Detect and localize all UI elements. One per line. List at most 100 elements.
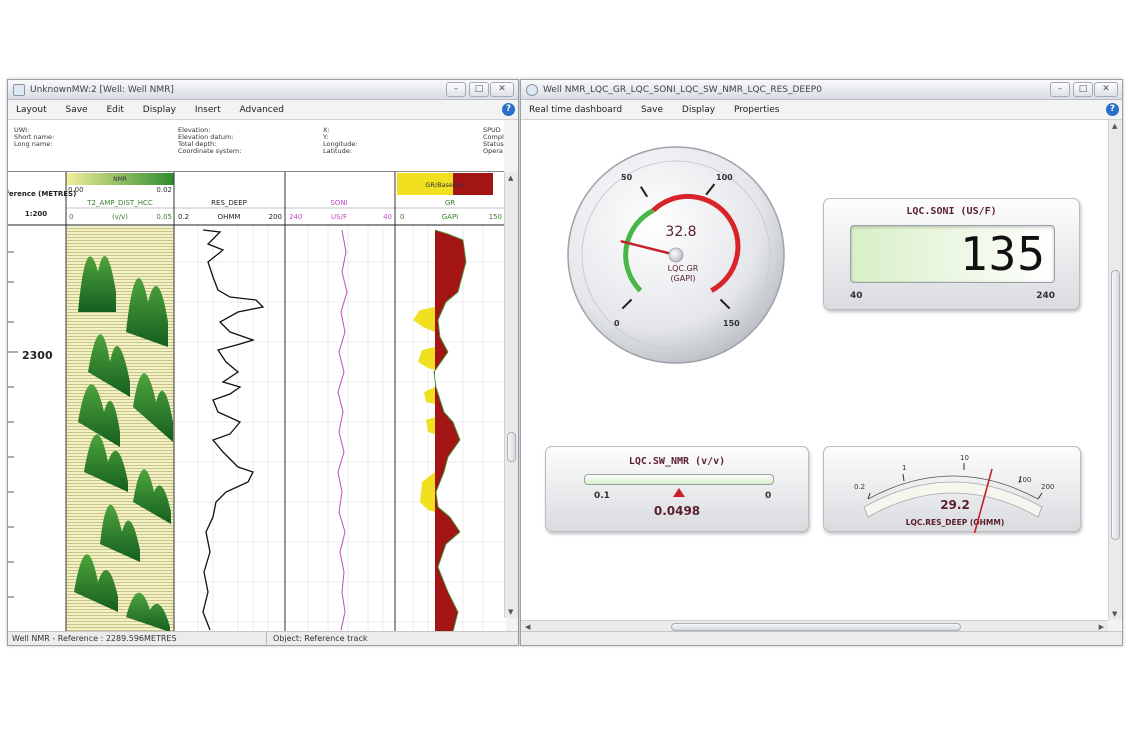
res-tick-1: 1 — [902, 464, 906, 472]
menu-properties[interactable]: Properties — [726, 100, 787, 120]
gr-tick-50: 50 — [621, 173, 633, 182]
gr-circular-gauge[interactable]: 0 50 100 150 32.8 LQC.GR (GAPI) — [561, 140, 791, 370]
track-res-curve: RES_DEEP — [211, 199, 247, 207]
scroll-right-icon[interactable]: ▶ — [1099, 623, 1104, 631]
sw-value: 0.0498 — [653, 504, 701, 518]
dashboard-title: Well NMR_LQC_GR_LQC_SONI_LQC_SW_NMR_LQC_… — [543, 85, 822, 95]
res-tick-100: 100 — [1018, 476, 1031, 484]
track-gr-max: 150 — [489, 213, 502, 221]
status-reference: Well NMR - Reference : 2289.596METRES — [12, 634, 177, 643]
scroll-up-icon[interactable]: ▲ — [508, 174, 513, 182]
gr-label-line2: (GAPI) — [670, 274, 695, 283]
nmr-band-label: NMR — [113, 176, 127, 183]
track-soni-min: 240 — [289, 213, 302, 221]
sw-min: 0.1 — [594, 491, 610, 501]
menu-real-time-dashboard[interactable]: Real time dashboard — [521, 100, 630, 120]
menu-display[interactable]: Display — [674, 100, 723, 120]
info-long-name: Long name: — [14, 140, 53, 148]
menu-insert[interactable]: Insert — [187, 100, 229, 120]
sw-linear-panel[interactable]: LQC.SW_NMR (v/v) 0.1 0 0.0498 — [545, 446, 809, 532]
gr-label-line1: LQC.GR — [668, 264, 699, 273]
sw-bar-track — [584, 474, 774, 485]
menu-advanced[interactable]: Advanced — [232, 100, 292, 120]
status-object: Object: Reference track — [266, 632, 367, 645]
track-res-max: 200 — [269, 213, 282, 221]
scroll-down-icon[interactable]: ▼ — [1112, 610, 1117, 618]
sw-marker-icon — [673, 488, 686, 497]
well-info-header: UWI: Short name: Long name: Elevation: E… — [8, 120, 504, 172]
res-arc-panel[interactable]: 0.2 1 10 100 200 29.2 LQC.RES_DEEP (OHMM… — [823, 446, 1081, 533]
depth-label-2300: 2300 — [22, 349, 53, 362]
res-tick-10: 10 — [960, 454, 969, 462]
soni-title: LQC.SONI (US/F) — [906, 206, 997, 217]
res-tick-200: 200 — [1041, 483, 1054, 491]
dashboard-window: Well NMR_LQC_GR_LQC_SONI_LQC_SW_NMR_LQC_… — [520, 79, 1123, 646]
track-soni-curve: SONI — [330, 199, 347, 207]
log-vertical-scrollbar[interactable]: ▲ ▼ — [504, 172, 518, 618]
res-value: 29.2 — [940, 498, 970, 512]
track-nmr-curve: T2_AMP_DIST_HCC — [86, 199, 153, 207]
soni-display: 135 — [850, 225, 1055, 283]
track-nmr-max: 0.05 — [156, 213, 172, 221]
soni-min: 40 — [850, 291, 863, 301]
track-nmr-unit: (v/v) — [112, 213, 128, 221]
dashboard-vscroll-thumb[interactable] — [1111, 270, 1120, 540]
minimize-icon[interactable]: – — [446, 82, 466, 97]
close-icon[interactable]: ✕ — [490, 82, 514, 97]
menu-edit[interactable]: Edit — [98, 100, 131, 120]
track-soni-max: 40 — [383, 213, 392, 221]
log-status-bar: Well NMR - Reference : 2289.596METRES Ob… — [8, 631, 518, 645]
dashboard-hscroll-thumb[interactable] — [671, 623, 961, 631]
sw-max: 0 — [765, 491, 772, 501]
log-window: UnknownMW:2 [Well: Well NMR] – □ ✕ Layou… — [7, 79, 519, 646]
soni-digital-panel[interactable]: LQC.SONI (US/F) 135 40 240 — [823, 198, 1080, 310]
gr-tick-0: 0 — [614, 319, 620, 328]
res-arc-gauge: 0.2 1 10 100 200 29.2 LQC.RES_DEEP (OHMM… — [854, 454, 1054, 533]
dashboard-vertical-scrollbar[interactable]: ▲ ▼ — [1108, 120, 1122, 620]
soni-value: 135 — [959, 227, 1046, 281]
menu-save[interactable]: Save — [57, 100, 95, 120]
reference-scale: 1:200 — [25, 210, 47, 218]
track-res-min: 0.2 — [178, 213, 189, 221]
maximize-icon[interactable]: □ — [469, 82, 489, 97]
log-scroll-thumb[interactable] — [507, 432, 516, 462]
menu-display[interactable]: Display — [135, 100, 184, 120]
menu-save[interactable]: Save — [633, 100, 671, 120]
track-gr-min: 0 — [400, 213, 404, 221]
gr-tick-150: 150 — [723, 319, 740, 328]
log-menubar: Layout Save Edit Display Insert Advanced… — [8, 100, 518, 120]
info-coordinate-system: Coordinate system: — [178, 147, 242, 155]
help-icon[interactable]: ? — [502, 103, 515, 116]
res-label: LQC.RES_DEEP (OHMM) — [906, 518, 1005, 527]
minimize-icon[interactable]: – — [1050, 82, 1070, 97]
track-gr-curve: GR — [445, 199, 455, 207]
dashboard-status-bar — [521, 631, 1122, 645]
log-window-title: UnknownMW:2 [Well: Well NMR] — [30, 85, 174, 95]
well-log-tracks[interactable]: NMR 0.00 0.02 GR/Baseline Reference (MET… — [8, 172, 506, 632]
scroll-up-icon[interactable]: ▲ — [1112, 122, 1117, 130]
gr-band-label: GR/Baseline — [425, 181, 464, 189]
soni-max: 240 — [1036, 291, 1055, 301]
scroll-left-icon[interactable]: ◀ — [525, 623, 530, 631]
log-window-titlebar[interactable]: UnknownMW:2 [Well: Well NMR] – □ ✕ — [8, 80, 518, 100]
info-latitude: Latitude: — [323, 147, 352, 155]
maximize-icon[interactable]: □ — [1073, 82, 1093, 97]
track-res-unit: OHMM — [218, 213, 241, 221]
sw-title: LQC.SW_NMR (v/v) — [628, 456, 726, 467]
nmr-waveform-track — [66, 226, 174, 632]
dashboard-titlebar[interactable]: Well NMR_LQC_GR_LQC_SONI_LQC_SW_NMR_LQC_… — [521, 80, 1122, 100]
track-soni-unit: US/F — [331, 213, 347, 221]
scroll-down-icon[interactable]: ▼ — [508, 608, 513, 616]
app-icon — [526, 84, 538, 96]
menu-layout[interactable]: Layout — [8, 100, 55, 120]
dashboard-menubar: Real time dashboard Save Display Propert… — [521, 100, 1122, 120]
help-icon[interactable]: ? — [1106, 103, 1119, 116]
res-tick-0-2: 0.2 — [854, 483, 865, 491]
close-icon[interactable]: ✕ — [1094, 82, 1118, 97]
gr-tick-100: 100 — [716, 173, 733, 182]
gr-value: 32.8 — [665, 224, 696, 240]
nmr-band-max: 0.02 — [156, 186, 172, 194]
track-gr-unit: GAPI — [442, 213, 459, 221]
track-nmr-min: 0 — [69, 213, 73, 221]
app-icon — [13, 84, 25, 96]
